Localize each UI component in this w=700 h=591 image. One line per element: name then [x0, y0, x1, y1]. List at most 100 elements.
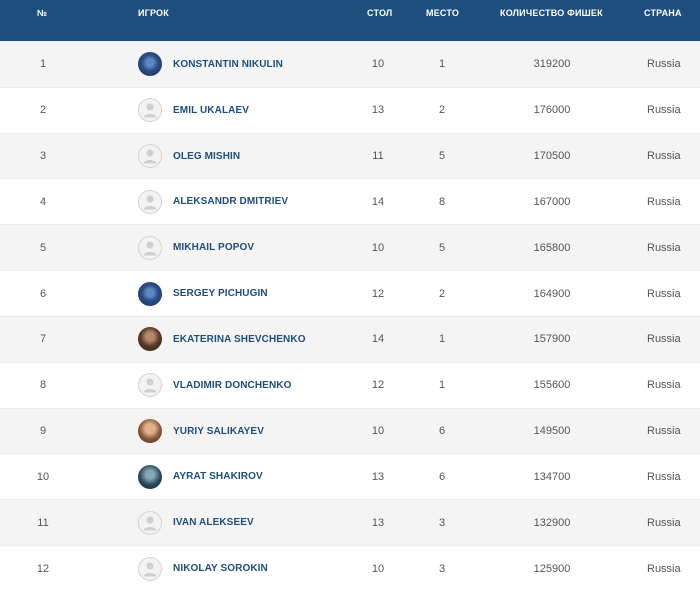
player-name-link[interactable]: AYRAT SHAKIROV: [173, 471, 263, 482]
table-number: 13: [371, 470, 385, 483]
user-silhouette-icon: [143, 378, 157, 393]
user-silhouette-icon: [143, 516, 157, 531]
user-silhouette-icon: [143, 149, 157, 164]
player-cell[interactable]: IVAN ALEKSEEV: [138, 510, 254, 535]
seat-number: 6: [438, 425, 446, 438]
player-cell[interactable]: MIKHAIL POPOV: [138, 235, 254, 260]
header-seat: МЕСТО: [426, 8, 460, 18]
player-cell[interactable]: ALEKSANDR DMITRIEV: [138, 189, 288, 214]
row-number: 9: [39, 425, 47, 438]
row-number: 8: [39, 379, 47, 392]
player-cell[interactable]: NIKOLAY SOROKIN: [138, 556, 268, 581]
table-number: 12: [371, 379, 385, 392]
country: Russia: [647, 195, 681, 208]
table-body: 1 KONSTANTIN NIKULIN 10 1 319200 Russia 2 EMIL …: [0, 41, 700, 591]
default-avatar-icon[interactable]: [138, 235, 162, 260]
table-number: 10: [371, 425, 385, 438]
default-avatar-icon[interactable]: [138, 98, 162, 123]
table-row: 4 ALEKSANDR DMITRIEV 14 8 167000 Russia: [0, 178, 700, 225]
player-avatar[interactable]: [138, 464, 162, 489]
player-avatar[interactable]: [138, 327, 162, 352]
player-name-link[interactable]: EKATERINA SHEVCHENKO: [173, 334, 306, 345]
chip-count: 165800: [533, 241, 571, 254]
table-number: 12: [371, 287, 385, 300]
header-chip-count: КОЛИЧЕСТВО ФИШЕК: [500, 8, 603, 18]
player-name-link[interactable]: NIKOLAY SOROKIN: [173, 563, 268, 574]
default-avatar-icon[interactable]: [138, 510, 162, 535]
player-cell[interactable]: SERGEY PICHUGIN: [138, 281, 268, 306]
chip-count: 155600: [533, 379, 571, 392]
player-name-link[interactable]: IVAN ALEKSEEV: [173, 517, 254, 528]
table-row: 9 YURIY SALIKAYEV 10 6 149500 Russia: [0, 407, 700, 454]
player-cell[interactable]: AYRAT SHAKIROV: [138, 464, 263, 489]
table-number: 14: [371, 333, 385, 346]
country: Russia: [647, 562, 681, 575]
player-name-link[interactable]: SERGEY PICHUGIN: [173, 288, 268, 299]
row-number: 7: [39, 333, 47, 346]
table-row: 6 SERGEY PICHUGIN 12 2 164900 Russia: [0, 270, 700, 316]
player-cell[interactable]: VLADIMIR DONCHENKO: [138, 373, 291, 398]
table-row: 8 VLADIMIR DONCHENKO 12 1 155600 Russia: [0, 361, 700, 408]
header-player: ИГРОК: [138, 8, 169, 18]
chip-count: 170500: [533, 150, 571, 163]
chip-counts-table: № ИГРОК СТОЛ МЕСТО КОЛИЧЕСТВО ФИШЕК СТРА…: [0, 0, 700, 591]
table-number: 10: [371, 241, 385, 254]
seat-number: 2: [438, 104, 446, 117]
row-number: 12: [36, 562, 50, 575]
seat-number: 6: [438, 470, 446, 483]
country: Russia: [647, 470, 681, 483]
user-silhouette-icon: [143, 195, 157, 210]
header-number: №: [37, 8, 48, 18]
table-row: 2 EMIL UKALAEV 13 2 176000 Russia: [0, 86, 700, 133]
table-row: 7 EKATERINA SHEVCHENKO 14 1 157900 Russia: [0, 315, 700, 362]
table-row: 12 NIKOLAY SOROKIN 10 3 125900 Russia: [0, 545, 700, 591]
player-name-link[interactable]: VLADIMIR DONCHENKO: [173, 380, 291, 391]
country: Russia: [647, 379, 681, 392]
row-number: 1: [39, 58, 47, 71]
player-cell[interactable]: KONSTANTIN NIKULIN: [138, 52, 283, 77]
default-avatar-icon[interactable]: [138, 556, 162, 581]
player-name-link[interactable]: YURIY SALIKAYEV: [173, 426, 264, 437]
player-name-link[interactable]: EMIL UKALAEV: [173, 105, 249, 116]
table-number: 10: [371, 562, 385, 575]
table-row: 10 AYRAT SHAKIROV 13 6 134700 Russia: [0, 453, 700, 500]
player-cell[interactable]: EKATERINA SHEVCHENKO: [138, 327, 306, 352]
player-avatar[interactable]: [138, 419, 162, 444]
player-name-link[interactable]: OLEG MISHIN: [173, 151, 240, 162]
row-number: 4: [39, 195, 47, 208]
seat-number: 1: [438, 333, 446, 346]
player-cell[interactable]: YURIY SALIKAYEV: [138, 419, 264, 444]
country: Russia: [647, 333, 681, 346]
table-row: 5 MIKHAIL POPOV 10 5 165800 Russia: [0, 224, 700, 271]
chip-count: 132900: [533, 516, 571, 529]
default-avatar-icon[interactable]: [138, 189, 162, 214]
player-avatar[interactable]: [138, 281, 162, 306]
country: Russia: [647, 287, 681, 300]
user-silhouette-icon: [143, 561, 157, 577]
player-cell[interactable]: EMIL UKALAEV: [138, 98, 249, 123]
table-number: 10: [371, 58, 385, 71]
table-number: 13: [371, 516, 385, 529]
chip-count: 167000: [533, 195, 571, 208]
table-row: 11 IVAN ALEKSEEV 13 3 132900 Russia: [0, 499, 700, 546]
row-number: 11: [37, 516, 49, 529]
chip-count: 134700: [533, 470, 571, 483]
player-name-link[interactable]: KONSTANTIN NIKULIN: [173, 59, 283, 70]
player-name-link[interactable]: MIKHAIL POPOV: [173, 242, 254, 253]
player-avatar[interactable]: [138, 52, 162, 77]
table-row: 3 OLEG MISHIN 11 5 170500 Russia: [0, 132, 700, 179]
header-table: СТОЛ: [367, 8, 393, 18]
default-avatar-icon[interactable]: [138, 144, 162, 169]
seat-number: 2: [438, 287, 446, 300]
default-avatar-icon[interactable]: [138, 373, 162, 398]
chip-count: 157900: [533, 333, 571, 346]
chip-count: 125900: [533, 562, 571, 575]
table-number: 11: [372, 150, 384, 163]
chip-count: 149500: [533, 425, 571, 438]
player-cell[interactable]: OLEG MISHIN: [138, 144, 240, 169]
seat-number: 8: [438, 195, 446, 208]
seat-number: 3: [438, 516, 446, 529]
country: Russia: [647, 58, 681, 71]
player-name-link[interactable]: ALEKSANDR DMITRIEV: [173, 196, 288, 207]
table-row: 1 KONSTANTIN NIKULIN 10 1 319200 Russia: [0, 41, 700, 87]
